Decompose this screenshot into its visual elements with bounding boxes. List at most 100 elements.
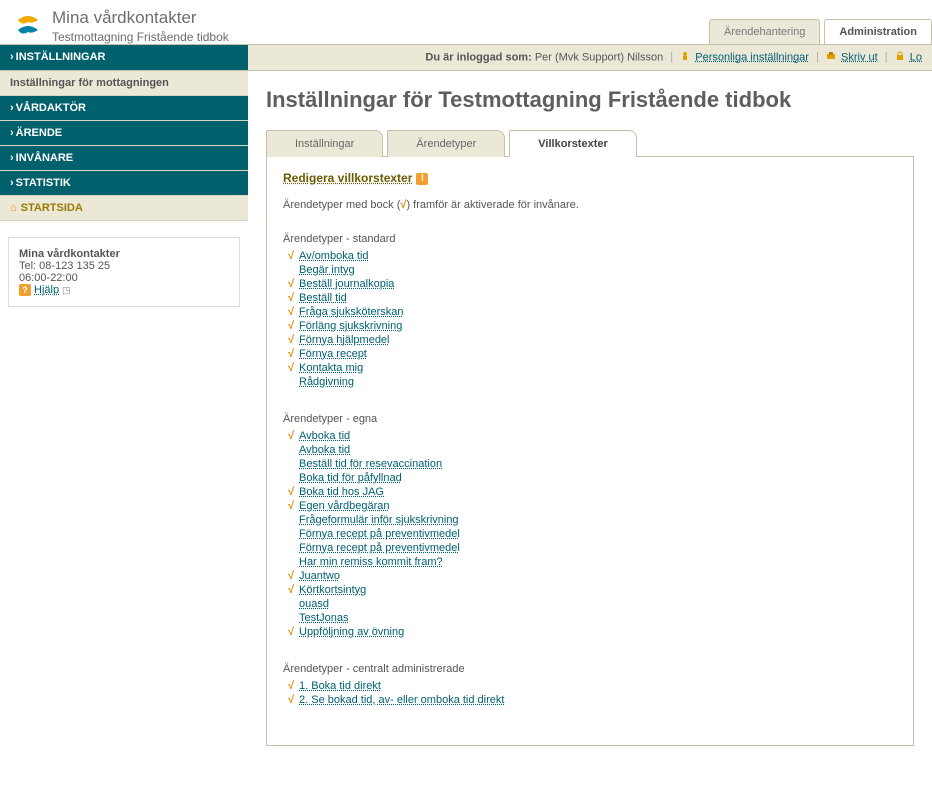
errand-type-row: √2. Se bokad tid, av- eller omboka tid d… <box>283 693 897 707</box>
errand-type-link[interactable]: Boka tid hos JAG <box>299 486 384 498</box>
info-tel: Tel: 08-123 135 25 <box>19 260 229 272</box>
link-help[interactable]: Hjälp <box>34 284 59 296</box>
brand-subtitle: Testmottagning Fristående tidbok <box>52 30 229 44</box>
errand-type-row: √Beställ journalkopia <box>283 277 897 291</box>
errand-type-link[interactable]: Egen vårdbegäran <box>299 500 390 512</box>
home-icon: ⌂ <box>10 202 17 214</box>
errand-type-link[interactable]: Avboka tid <box>299 444 350 456</box>
tab-arendehantering[interactable]: Ärendehantering <box>709 19 820 44</box>
errand-type-link[interactable]: Av/omboka tid <box>299 250 369 262</box>
sidebar-sub-settings[interactable]: Inställningar för mottagningen <box>0 71 248 96</box>
errand-type-link[interactable]: Begär intyg <box>299 264 355 276</box>
errand-type-link[interactable]: Förnya hjälpmedel <box>299 334 390 346</box>
errand-type-row: √Körtkortsintyg <box>283 583 897 597</box>
errand-type-link[interactable]: Juantwo <box>299 570 340 582</box>
check-icon: √ <box>283 362 299 374</box>
errand-type-row: √Beställ tid <box>283 291 897 305</box>
errand-type-row: Frågeformulär inför sjukskrivning <box>283 513 897 527</box>
errand-type-link[interactable]: ouasd <box>299 598 329 610</box>
check-icon: √ <box>283 306 299 318</box>
topbar: ›INSTÄLLNINGAR Du är inloggad som: Per (… <box>0 44 932 71</box>
errand-type-row: √1. Boka tid direkt <box>283 679 897 693</box>
content: Inställningar för Testmottagning Friståe… <box>248 71 932 762</box>
login-bar: Du är inloggad som: Per (Mvk Support) Ni… <box>248 45 932 70</box>
sidebar-home[interactable]: ⌂STARTSIDA <box>0 196 248 221</box>
sidebar-header[interactable]: ›INSTÄLLNINGAR <box>0 45 248 70</box>
tab-administration[interactable]: Administration <box>824 19 932 44</box>
errand-type-link[interactable]: Uppföljning av övning <box>299 626 404 638</box>
sidebar-header-label: INSTÄLLNINGAR <box>16 51 106 63</box>
group-title: Ärendetyper - centralt administrerade <box>283 663 897 675</box>
brand-logo-icon <box>12 10 44 42</box>
link-edit-terms[interactable]: Redigera villkorstexter <box>283 171 412 185</box>
info-title: Mina vårdkontakter <box>19 248 229 260</box>
errand-type-row: Förnya recept på preventivmedel <box>283 527 897 541</box>
link-personal-settings[interactable]: Personliga inställningar <box>695 51 809 63</box>
sidebar-item-statistik[interactable]: ›STATISTIK <box>0 171 248 196</box>
errand-type-link[interactable]: Avboka tid <box>299 430 350 442</box>
sidebar-item-vårdaktör[interactable]: ›VÅRDAKTÖR <box>0 96 248 121</box>
main: Inställningar för mottagningen ›VÅRDAKTÖ… <box>0 71 932 762</box>
errand-type-link[interactable]: Beställ journalkopia <box>299 278 394 290</box>
sidebar: Inställningar för mottagningen ›VÅRDAKTÖ… <box>0 71 248 762</box>
errand-type-row: √Fråga sjuksköterskan <box>283 305 897 319</box>
errand-type-row: √Kontakta mig <box>283 361 897 375</box>
tab-installningar[interactable]: Inställningar <box>266 130 383 157</box>
warning-icon: ! <box>416 173 428 185</box>
errand-type-row: √Juantwo <box>283 569 897 583</box>
check-icon: √ <box>283 320 299 332</box>
brand-title: Mina vårdkontakter <box>52 8 229 28</box>
popup-icon: ◳ <box>62 285 71 295</box>
check-icon: √ <box>283 626 299 638</box>
errand-type-link[interactable]: Beställ tid <box>299 292 347 304</box>
errand-type-row: Begär intyg <box>283 263 897 277</box>
errand-type-link[interactable]: 2. Se bokad tid, av- eller omboka tid di… <box>299 694 504 706</box>
group-title: Ärendetyper - standard <box>283 233 897 245</box>
errand-type-row: √Egen vårdbegäran <box>283 499 897 513</box>
print-icon <box>826 51 836 64</box>
logged-user: Per (Mvk Support) Nilsson <box>535 51 663 63</box>
page-title: Inställningar för Testmottagning Friståe… <box>266 87 914 113</box>
errand-type-row: TestJonas <box>283 611 897 625</box>
check-icon: √ <box>283 694 299 706</box>
check-icon: √ <box>283 430 299 442</box>
errand-type-link[interactable]: Har min remiss kommit fram? <box>299 556 443 568</box>
errand-type-link[interactable]: 1. Boka tid direkt <box>299 680 381 692</box>
errand-type-link[interactable]: Frågeformulär inför sjukskrivning <box>299 514 459 526</box>
errand-type-link[interactable]: Boka tid för påfyllnad <box>299 472 402 484</box>
check-icon: √ <box>283 570 299 582</box>
tab-arendetyper[interactable]: Ärendetyper <box>387 130 505 157</box>
errand-type-link[interactable]: Förläng sjukskrivning <box>299 320 402 332</box>
contact-info-box: Mina vårdkontakter Tel: 08-123 135 25 06… <box>8 237 240 307</box>
logged-as-label: Du är inloggad som: <box>425 51 531 63</box>
check-icon: √ <box>283 680 299 692</box>
brand-block: Mina vårdkontakter Testmottagning Fristå… <box>12 8 229 44</box>
link-print[interactable]: Skriv ut <box>841 51 878 63</box>
errand-type-row: Boka tid för påfyllnad <box>283 471 897 485</box>
check-icon: √ <box>283 292 299 304</box>
top-tabs: Ärendehantering Administration <box>709 19 932 44</box>
errand-type-row: √Förnya recept <box>283 347 897 361</box>
link-logout[interactable]: Lo <box>910 51 922 63</box>
errand-type-link[interactable]: Förnya recept på preventivmedel <box>299 528 460 540</box>
errand-type-link[interactable]: Förnya recept på preventivmedel <box>299 542 460 554</box>
errand-type-link[interactable]: Fråga sjuksköterskan <box>299 306 404 318</box>
errand-type-row: √Avboka tid <box>283 429 897 443</box>
errand-type-link[interactable]: Kontakta mig <box>299 362 363 374</box>
errand-type-link[interactable]: Körtkortsintyg <box>299 584 366 596</box>
info-hours: 06:00-22:00 <box>19 272 229 284</box>
check-icon: √ <box>283 278 299 290</box>
errand-type-row: Avboka tid <box>283 443 897 457</box>
errand-type-link[interactable]: Rådgivning <box>299 376 354 388</box>
header: Mina vårdkontakter Testmottagning Fristå… <box>0 0 932 44</box>
tab-villkorstexter[interactable]: Villkorstexter <box>509 130 637 157</box>
sidebar-item-invånare[interactable]: ›INVÅNARE <box>0 146 248 171</box>
check-icon: √ <box>283 250 299 262</box>
errand-type-link[interactable]: TestJonas <box>299 612 349 624</box>
errand-type-link[interactable]: Beställ tid för resevaccination <box>299 458 442 470</box>
errand-type-link[interactable]: Förnya recept <box>299 348 367 360</box>
group-title: Ärendetyper - egna <box>283 413 897 425</box>
check-icon: √ <box>283 486 299 498</box>
errand-type-row: Beställ tid för resevaccination <box>283 457 897 471</box>
sidebar-item-ärende[interactable]: ›ÄRENDE <box>0 121 248 146</box>
